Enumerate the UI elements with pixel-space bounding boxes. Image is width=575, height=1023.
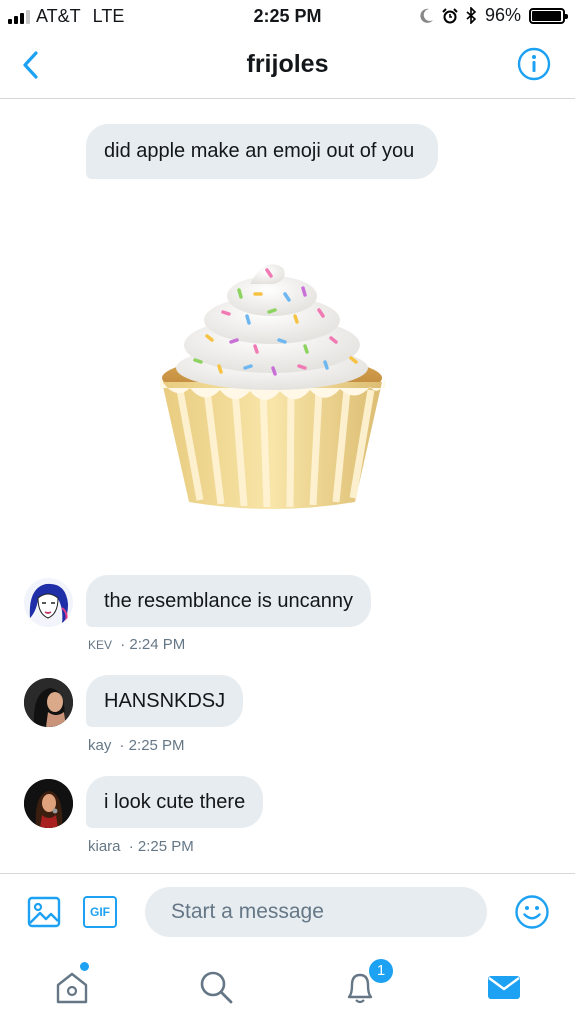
info-icon[interactable] bbox=[517, 47, 551, 81]
conversation-header: frijoles bbox=[0, 34, 575, 99]
status-icons: 96% bbox=[420, 5, 568, 26]
avatar-image bbox=[24, 678, 73, 727]
cupcake-emoji[interactable] bbox=[155, 250, 390, 515]
message-bubble[interactable]: HANSNKDSJ bbox=[86, 675, 244, 727]
message-meta: kay · 2:25 PM bbox=[88, 737, 185, 754]
emoji-icon[interactable] bbox=[514, 894, 550, 930]
battery-icon bbox=[529, 7, 568, 24]
avatar-image bbox=[24, 578, 73, 627]
battery-fill bbox=[532, 10, 561, 21]
alarm-icon bbox=[442, 7, 458, 23]
message-time: · 2:25 PM bbox=[128, 838, 194, 855]
message-time: · 2:24 PM bbox=[120, 636, 186, 653]
search-icon[interactable] bbox=[196, 967, 236, 1007]
message-input[interactable] bbox=[145, 887, 487, 937]
home-icon[interactable] bbox=[52, 967, 92, 1007]
tab-bar bbox=[0, 949, 575, 1023]
conversation-title[interactable]: frijoles bbox=[0, 50, 575, 79]
message-bubble[interactable]: i look cute there bbox=[86, 776, 264, 828]
avatar[interactable] bbox=[24, 779, 73, 828]
avatar[interactable] bbox=[24, 678, 73, 727]
moon-icon bbox=[420, 8, 433, 23]
avatar-image bbox=[24, 779, 73, 828]
message-bubble[interactable]: the resemblance is uncanny bbox=[86, 575, 372, 627]
image-icon[interactable] bbox=[27, 896, 61, 928]
status-bar: AT&T LTE 2:25 PM 96% bbox=[0, 0, 575, 34]
battery-percent: 96% bbox=[484, 5, 521, 25]
message-bubble[interactable]: did apple make an emoji out of you bbox=[86, 124, 438, 179]
gif-button[interactable]: GIF bbox=[83, 896, 117, 928]
message-meta: KEV · 2:24 PM bbox=[88, 636, 185, 653]
avatar[interactable] bbox=[24, 578, 73, 627]
bluetooth-icon bbox=[466, 7, 477, 24]
message-time: · 2:25 PM bbox=[119, 737, 185, 754]
sender-name: KEV bbox=[88, 638, 113, 652]
message-composer: GIF bbox=[0, 873, 575, 950]
messages-icon[interactable] bbox=[484, 967, 524, 1007]
sender-name: kay bbox=[88, 737, 112, 754]
sender-name: kiara bbox=[88, 838, 121, 855]
message-meta: kiara · 2:25 PM bbox=[88, 838, 194, 855]
notifications-badge: 1 bbox=[367, 957, 395, 985]
home-unread-dot bbox=[80, 962, 89, 971]
